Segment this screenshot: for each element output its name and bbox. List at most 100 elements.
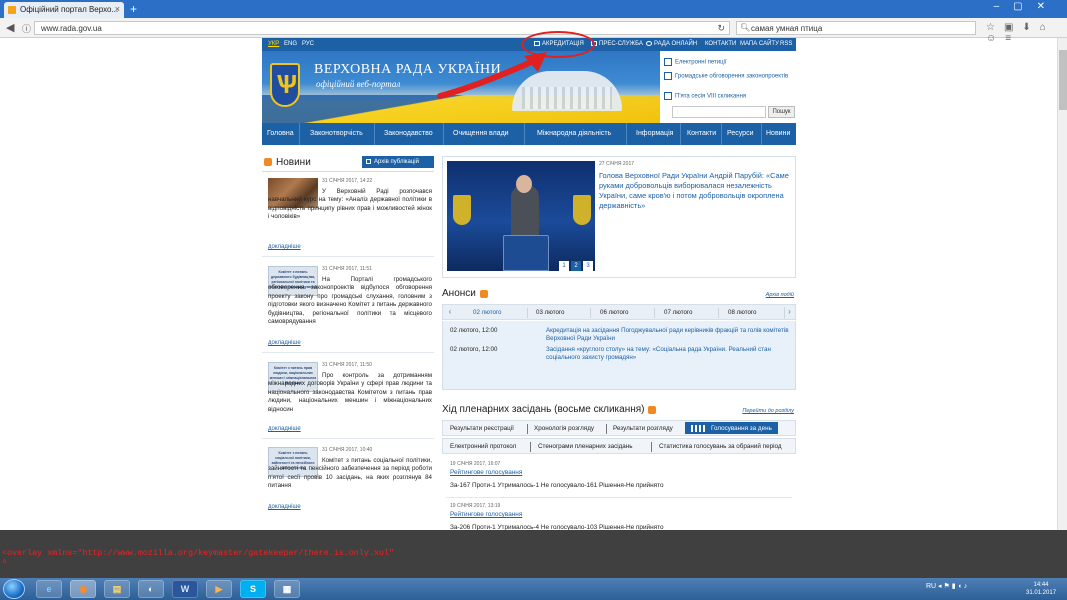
close-tab-icon[interactable]: ×: [115, 4, 120, 14]
session-link[interactable]: П'ята сесія VIII скликання: [664, 92, 746, 100]
date-tab[interactable]: 06 лютого: [600, 309, 628, 316]
url-text: www.rada.gov.ua: [41, 24, 102, 33]
tab-daily-voting[interactable]: Голосування за день: [685, 422, 778, 434]
tab-registration-results[interactable]: Результати реєстрації: [450, 425, 514, 432]
nav-lustration[interactable]: Очищення влади: [453, 130, 509, 137]
news-more-link[interactable]: докладніше: [268, 426, 301, 432]
firefox-icon[interactable]: ◉: [70, 580, 96, 598]
news-more-link[interactable]: докладніше: [268, 244, 301, 250]
coat-of-arms-icon[interactable]: Ѱ: [270, 63, 300, 107]
start-button[interactable]: [3, 579, 25, 599]
rada-online-link[interactable]: РАДА ОНЛАЙН: [646, 41, 697, 47]
site-title[interactable]: ВЕРХОВНА РАДА УКРАЇНИ: [314, 62, 501, 78]
discussion-label: Громадське обговорення законопроектів: [675, 73, 789, 80]
site-subtitle: офіційний веб-портал: [316, 79, 401, 89]
tab-electronic-protocol[interactable]: Електронний протокол: [450, 443, 516, 450]
nav-information[interactable]: Інформація: [636, 130, 673, 137]
news-text[interactable]: На Порталі громадського обговорення зако…: [268, 276, 432, 326]
contacts-link[interactable]: КОНТАКТИ: [705, 41, 736, 47]
word-icon[interactable]: W: [172, 580, 198, 598]
date-tab[interactable]: 08 лютого: [728, 309, 756, 316]
window-icon[interactable]: ▦: [274, 580, 300, 598]
rss-link[interactable]: RSS: [780, 41, 792, 47]
lang-rus[interactable]: РУС: [302, 41, 314, 47]
news-date: 31 СІЧНЯ 2017, 14:22: [322, 178, 373, 184]
new-tab-button[interactable]: +: [130, 2, 137, 16]
browser-search-input[interactable]: 🔍︎ самая умная птица: [736, 21, 976, 35]
nav-home[interactable]: Головна: [267, 130, 294, 137]
clock[interactable]: 14:44 31.01.2017: [1026, 581, 1056, 597]
vote-link[interactable]: Рейтингове голосування: [450, 469, 522, 476]
news-more-link[interactable]: докладніше: [268, 340, 301, 346]
ie-icon[interactable]: e: [36, 580, 62, 598]
lang-eng[interactable]: ENG: [284, 41, 297, 47]
events-archive-link[interactable]: Архів подій: [766, 292, 794, 298]
explorer-icon[interactable]: ▤: [104, 580, 130, 598]
plenary-heading[interactable]: Хід пленарних засідань (восьме скликання…: [442, 404, 645, 415]
petitions-link[interactable]: Електронні петиції: [664, 58, 727, 66]
news-more-link[interactable]: докладніше: [268, 504, 301, 510]
archive-label: Архів публікацій: [374, 159, 419, 165]
featured-photo[interactable]: 1 2 3: [447, 161, 595, 271]
rss-icon[interactable]: [264, 158, 272, 166]
annotation-circle: [521, 31, 595, 58]
tab-transcripts[interactable]: Стенограми пленарних засідань: [538, 443, 633, 450]
tab-voting-statistics[interactable]: Статистика голосувань за обраний період: [659, 443, 782, 450]
date-tab[interactable]: 07 лютого: [664, 309, 692, 316]
browser-tab[interactable]: Офіційний портал Верхо... ×: [4, 2, 124, 18]
news-text[interactable]: Про контроль за дотриманням міжнародних …: [268, 372, 432, 414]
news-text[interactable]: У Верховній Раді розпочався навчальний к…: [268, 188, 432, 222]
featured-date: 27 СІЧНЯ 2017: [599, 161, 635, 167]
calendar-icon: [664, 92, 672, 100]
sitemap-link[interactable]: МАПА САЙТУ: [740, 41, 779, 47]
window-controls[interactable]: –▢✕: [994, 1, 1059, 12]
public-discussion-link[interactable]: Громадське обговорення законопроектів: [664, 72, 788, 80]
event-time: 02 лютого, 12:00: [450, 327, 498, 334]
site-info-icon[interactable]: ⓘ: [22, 22, 31, 35]
podium: [503, 235, 549, 271]
slide-page-1[interactable]: 1: [559, 261, 569, 271]
back-icon[interactable]: ◀: [6, 21, 14, 34]
date-tab[interactable]: 02 лютого: [473, 309, 501, 316]
tab-review-results[interactable]: Результати розгляду: [613, 425, 673, 432]
address-bar[interactable]: www.rada.gov.ua ↻: [34, 21, 730, 35]
announcements: Анонси Архів подій ‹ 02 лютого 03 лютого…: [442, 288, 796, 390]
skype-icon[interactable]: S: [240, 580, 266, 598]
news-text[interactable]: Комітет з питань соціальної політики, за…: [268, 457, 432, 491]
slide-page-3[interactable]: 3: [583, 261, 593, 271]
media-icon[interactable]: ◐: [138, 580, 164, 598]
bar-chart-icon: [691, 425, 705, 432]
slide-page-2[interactable]: 2: [571, 261, 581, 271]
date-tab[interactable]: 03 лютого: [536, 309, 564, 316]
plenary-section-link[interactable]: Перейти до розділу: [742, 408, 794, 414]
announcements-heading[interactable]: Анонси: [442, 288, 476, 299]
rss-icon[interactable]: [480, 290, 488, 298]
nav-news[interactable]: Новини: [766, 130, 790, 137]
vote-link[interactable]: Рейтингове голосування: [450, 511, 522, 518]
scrollbar-thumb[interactable]: [1059, 50, 1067, 110]
nav-international[interactable]: Міжнародна діяльність: [537, 130, 611, 137]
archive-button[interactable]: Архів публікацій: [362, 156, 434, 168]
next-date-arrow[interactable]: ›: [784, 307, 794, 319]
press-service-link[interactable]: ПРЕС-СЛУЖБА: [591, 41, 643, 47]
news-date: 31 СІЧНЯ 2017, 11:51: [322, 266, 372, 272]
tab-chronology[interactable]: Хронологія розгляду: [534, 425, 594, 432]
lang-ukr[interactable]: УКР: [268, 41, 279, 47]
nav-contacts[interactable]: Контакти: [687, 130, 716, 137]
prev-date-arrow[interactable]: ‹: [445, 307, 455, 319]
system-tray[interactable]: RU ◂ ⚑ ▮ ◖ ♪: [926, 582, 967, 590]
page-scrollbar[interactable]: [1057, 38, 1067, 530]
nav-lawmaking[interactable]: Законотворчість: [310, 130, 363, 137]
nav-legislation[interactable]: Законодавство: [384, 130, 433, 137]
site-search-input[interactable]: [672, 106, 766, 118]
featured-headline[interactable]: Голова Верховної Ради України Андрій Пар…: [599, 171, 793, 211]
event-link[interactable]: Акредитація на засідання Погоджувальної …: [546, 327, 794, 343]
rss-icon[interactable]: [648, 406, 656, 414]
player-icon[interactable]: ▶: [206, 580, 232, 598]
event-link[interactable]: Засідання «круглого столу» на тему: «Соц…: [546, 346, 794, 362]
reload-icon[interactable]: ↻: [717, 23, 725, 34]
toolbar-icons[interactable]: ☆▣⬇⌂☺≡: [986, 22, 1067, 44]
news-heading[interactable]: Новини: [276, 157, 311, 168]
nav-resources[interactable]: Ресурси: [727, 130, 753, 137]
site-search-button[interactable]: Пошук: [768, 106, 795, 118]
